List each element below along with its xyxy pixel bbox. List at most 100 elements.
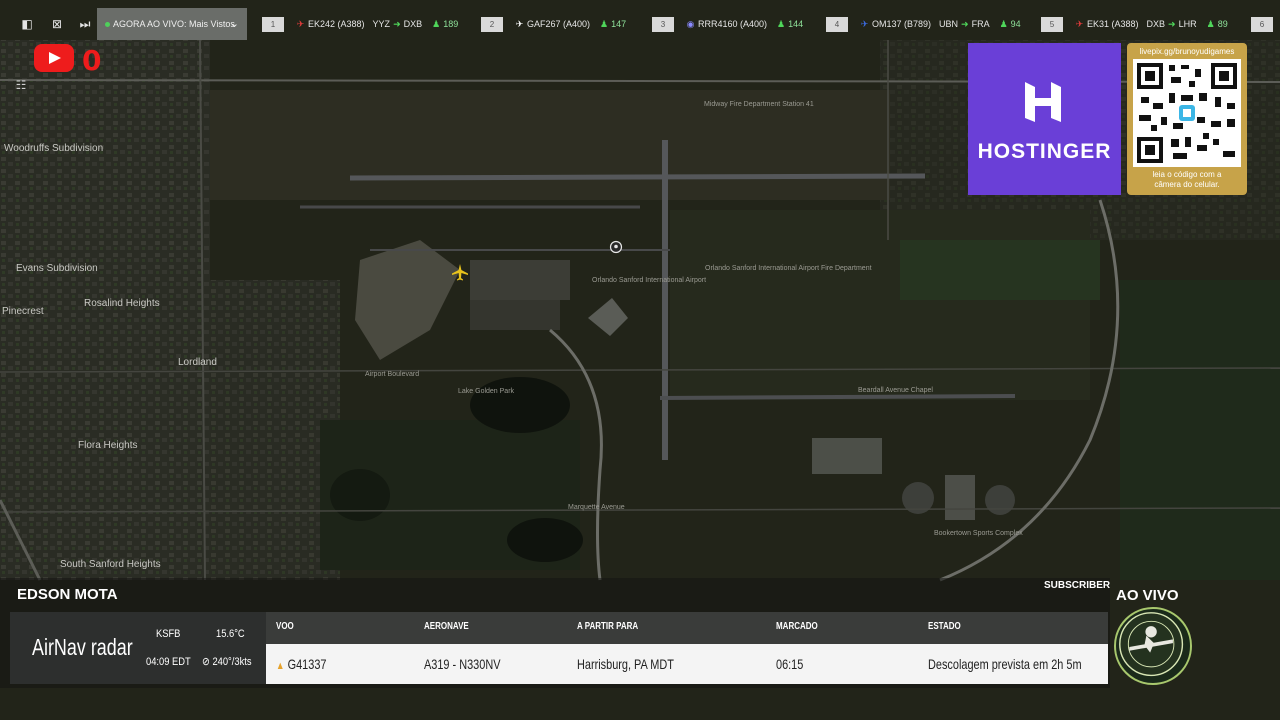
flight-table-header: VOO AERONAVE A PARTIR PARA MARCADO ESTAD… bbox=[266, 612, 1108, 644]
flight-item-1[interactable]: 1 ✈ EK242 (A388) YYZ ➜ DXB ♟ 189 bbox=[262, 16, 458, 32]
sidebar-toggle-icon[interactable]: ◧ bbox=[18, 16, 36, 32]
cell-status: Descolagem prevista em 2h 5m bbox=[928, 656, 1082, 672]
plane-icon: ✈ bbox=[296, 18, 305, 29]
header-status: ESTADO bbox=[928, 621, 961, 632]
arrow-right-icon: ➜ bbox=[961, 18, 969, 29]
local-time: 04:09 EDT bbox=[146, 656, 191, 668]
map-label: South Sanford Heights bbox=[60, 559, 161, 570]
streamer-name: EDSON MOTA bbox=[17, 586, 118, 603]
qr-code-icon bbox=[1133, 59, 1241, 167]
top-bar: ◧ ⊠ ⏭ AGORA AO VIVO: Mais Vistos ⌄ 1 ✈ E… bbox=[0, 8, 1280, 40]
map-label: Evans Subdivision bbox=[16, 263, 98, 274]
flight-rank: 5 bbox=[1041, 16, 1063, 32]
map-label: Woodruffs Subdivision bbox=[4, 143, 103, 154]
flight-destination: FRA bbox=[971, 19, 990, 29]
list-icon[interactable]: ☷ bbox=[12, 78, 30, 94]
airnav-info: AirNav radar KSFB 15.6°C 04:09 EDT ⊘ 240… bbox=[10, 612, 266, 684]
close-panel-icon[interactable]: ⊠ bbox=[48, 16, 66, 32]
hostinger-logo-icon bbox=[1025, 82, 1061, 122]
skip-next-icon[interactable]: ⏭ bbox=[76, 16, 94, 32]
arrow-right-icon: ➜ bbox=[393, 18, 401, 29]
plane-icon: ✈ bbox=[1075, 18, 1084, 29]
people-icon: ♟ bbox=[999, 18, 1008, 29]
map-label: Orlando Sanford International Airport bbox=[592, 277, 706, 284]
circle-icon: ◉ bbox=[686, 18, 695, 29]
live-dot-icon bbox=[105, 21, 110, 27]
flight-origin: DXB bbox=[1146, 19, 1166, 29]
map-label: Flora Heights bbox=[78, 440, 137, 451]
hostinger-brand: HOSTINGER bbox=[977, 140, 1112, 163]
flight-item-2[interactable]: 2 ✈ GAF267 (A400) ♟ 147 bbox=[481, 16, 626, 32]
airport-pin-icon[interactable] bbox=[609, 240, 623, 254]
people-icon: ♟ bbox=[600, 18, 609, 29]
qr-caption-line-1: leia o código com a bbox=[1152, 170, 1222, 179]
chevron-down-icon: ⌄ bbox=[229, 18, 239, 30]
viewer-count: 94 bbox=[1010, 19, 1021, 29]
now-playing-label: AGORA AO VIVO: Mais Vistos bbox=[113, 19, 235, 29]
people-icon: ♟ bbox=[432, 18, 441, 29]
flight-rank: 1 bbox=[262, 16, 284, 32]
youtube-counter: 0 bbox=[82, 44, 102, 77]
arrow-right-icon: ➜ bbox=[1168, 18, 1176, 29]
subscriber-label: SUBSCRIBER bbox=[1044, 580, 1111, 591]
flight-code: GAF267 (A400) bbox=[527, 19, 591, 29]
flight-code: EK242 (A388) bbox=[308, 19, 365, 29]
flight-rank: 4 bbox=[826, 16, 848, 32]
channel-badge-icon bbox=[1114, 607, 1192, 685]
header-voo: VOO bbox=[276, 621, 294, 632]
youtube-icon[interactable] bbox=[34, 44, 74, 72]
flight-destination: LHR bbox=[1178, 19, 1197, 29]
map-label: Pinecrest bbox=[2, 306, 44, 317]
flight-item-5[interactable]: 5 ✈ EK31 (A388) DXB ➜ LHR ♟ 89 bbox=[1041, 16, 1228, 32]
qr-caption-line-2: câmera do celular. bbox=[1154, 180, 1220, 189]
flight-origin: UBN bbox=[939, 19, 959, 29]
map-label: Beardall Avenue Chapel bbox=[858, 387, 933, 394]
airnav-radar: radar bbox=[85, 634, 133, 660]
flight-table-row[interactable]: ▲ G41337 A319 - N330NV Harrisburg, PA MDT… bbox=[266, 644, 1108, 684]
cell-voo: ▲ G41337 bbox=[276, 656, 326, 672]
flight-item-4[interactable]: 4 ✈ OM137 (B789) UBN ➜ FRA ♟ 94 bbox=[826, 16, 1021, 32]
flight-destination: DXB bbox=[403, 19, 423, 29]
people-icon: ♟ bbox=[777, 18, 786, 29]
wind-icon: ⊘ bbox=[202, 656, 210, 668]
qr-caption: leia o código com a câmera do celular. bbox=[1127, 170, 1247, 190]
map-label: Rosalind Heights bbox=[84, 298, 160, 309]
map-label: Lake Golden Park bbox=[458, 388, 515, 395]
viewer-count: 89 bbox=[1217, 19, 1228, 29]
plane-icon: ✈ bbox=[515, 18, 524, 29]
now-playing-select[interactable]: AGORA AO VIVO: Mais Vistos ⌄ bbox=[97, 8, 247, 40]
viewer-count: 144 bbox=[788, 19, 804, 29]
plane-icon: ✈ bbox=[860, 18, 869, 29]
flight-number: G41337 bbox=[287, 656, 327, 672]
people-icon: ♟ bbox=[1206, 18, 1215, 29]
flight-item-6[interactable]: 6 bbox=[1251, 16, 1280, 32]
viewer-count: 147 bbox=[611, 19, 627, 29]
flight-code: EK31 (A388) bbox=[1087, 19, 1139, 29]
hostinger-ad[interactable]: HOSTINGER bbox=[968, 43, 1121, 195]
flight-code: RRR4160 (A400) bbox=[698, 19, 768, 29]
cell-scheduled: 06:15 bbox=[776, 656, 804, 672]
cell-aeronave: A319 - N330NV bbox=[424, 656, 501, 672]
airport-code: KSFB bbox=[156, 628, 181, 640]
wind-readout: ⊘ 240°/3kts bbox=[202, 655, 252, 668]
map-label: Midway Fire Department Station 41 bbox=[704, 101, 814, 108]
wind-value: 240°/3kts bbox=[212, 656, 252, 668]
flight-rank: 2 bbox=[481, 16, 503, 32]
qr-url: livepix.gg/brunoyudigames bbox=[1139, 47, 1235, 56]
flight-code: OM137 (B789) bbox=[872, 19, 932, 29]
temperature: 15.6°C bbox=[216, 628, 245, 640]
flight-item-3[interactable]: 3 ◉ RRR4160 (A400) ♟ 144 bbox=[652, 16, 803, 32]
qr-code-panel[interactable]: livepix.gg/brunoyudigames leia o código … bbox=[1127, 43, 1247, 195]
flight-origin: YYZ bbox=[372, 19, 391, 29]
map-label: Bookertown Sports Complex bbox=[934, 530, 1023, 537]
viewer-count: 189 bbox=[443, 19, 459, 29]
cell-destination: Harrisburg, PA MDT bbox=[577, 656, 674, 672]
flight-rank: 3 bbox=[652, 16, 674, 32]
map-label: Orlando Sanford International Airport Fi… bbox=[705, 265, 872, 272]
airnav-logo: AirNav radar bbox=[32, 634, 133, 661]
map-label: Marquette Avenue bbox=[568, 504, 625, 511]
airnav-brand: AirNav bbox=[32, 634, 86, 660]
header-destination: A PARTIR PARA bbox=[577, 621, 639, 632]
flight-rank: 6 bbox=[1251, 16, 1273, 32]
live-label: AO VIVO bbox=[1116, 587, 1179, 604]
